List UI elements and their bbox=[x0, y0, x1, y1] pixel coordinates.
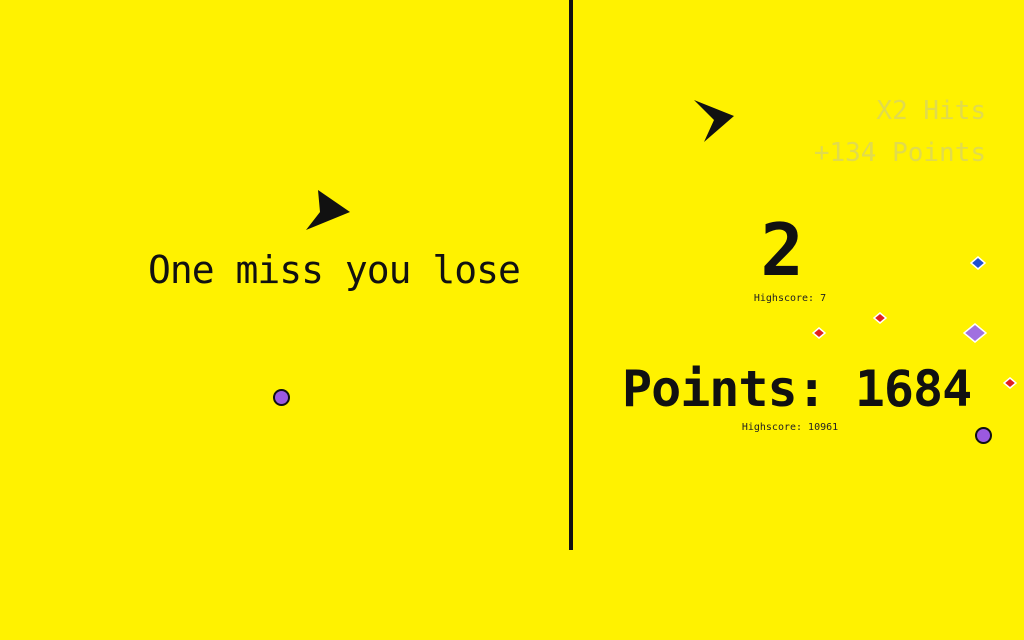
left-ball-icon bbox=[273, 389, 290, 406]
combo-hits-text: X2 Hits bbox=[876, 96, 986, 126]
split-divider bbox=[569, 0, 573, 550]
hits-counter: 2 bbox=[760, 208, 804, 292]
points-highscore: Highscore: 10961 bbox=[741, 422, 839, 433]
gem-icon bbox=[962, 323, 988, 347]
right-ship-icon bbox=[692, 98, 736, 144]
gem-icon bbox=[872, 309, 888, 328]
gem-icon bbox=[969, 255, 987, 274]
right-ball-icon bbox=[975, 427, 992, 444]
tagline-text: One miss you lose bbox=[148, 248, 521, 292]
hits-highscore: Highscore: 7 bbox=[753, 293, 827, 304]
gem-icon bbox=[1002, 374, 1018, 393]
combo-points-text: +134 Points bbox=[813, 138, 986, 168]
gem-icon bbox=[811, 324, 827, 343]
points-display: Points: 1684 bbox=[622, 360, 972, 418]
left-ship-icon bbox=[304, 188, 350, 232]
